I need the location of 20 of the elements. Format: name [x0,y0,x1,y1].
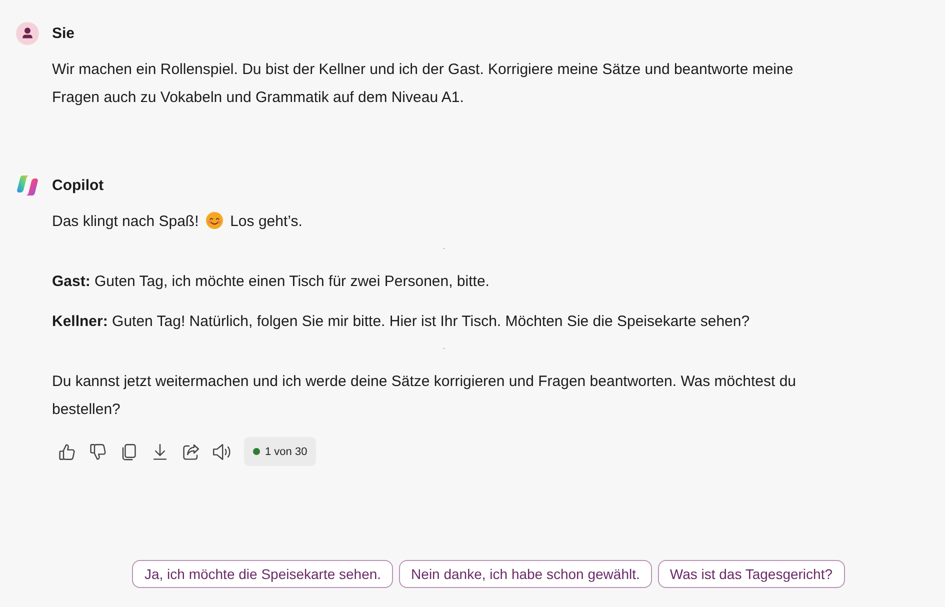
message-text: Kellner: Guten Tag! Natürlich, folgen Sie mir bitte. Hier ist Ihr Tisch. Möchten Sie die Speisekarte sehen? [52,312,751,332]
status-dot-icon [253,448,260,455]
suggestion-button[interactable]: Ja, ich möchte die Speisekarte sehen. [132,560,394,588]
message-text: Los geht’s. [230,213,302,230]
message-text: Du kannst jetzt weitermachen und ich werde deine Sätze korrigieren und Fragen beantworten. Was möchtest du bestellen? [52,372,798,420]
thumbs-up-icon[interactable] [57,442,77,462]
user-avatar-icon [16,22,39,45]
smiling-face-icon [206,212,223,229]
speaker-icon[interactable] [211,442,233,462]
sender-name: Copilot [52,177,104,194]
thumbs-down-icon[interactable] [88,442,108,462]
message-text: Das klingt nach Spaß! [52,213,199,230]
sender-name: Sie [52,25,75,42]
message-text: Gast: Guten Tag, ich möchte einen Tisch für zwei Personen, bitte. [52,272,490,292]
share-icon[interactable] [181,442,201,462]
message-text: Wir machen ein Rollenspiel. Du bist der Kellner und ich der Gast. Korrigiere meine Sätze und beantworte meine Fragen auch zu Vokabeln und Grammatik auf dem Niveau A1. [52,60,794,108]
suggestion-button[interactable]: Was ist das Tagesgericht? [658,560,845,588]
assistant-logo-icon [16,174,39,197]
counter-text: 1 von 30 [265,446,308,458]
suggestion-button[interactable]: Nein danke, ich habe schon gewählt. [399,560,652,588]
